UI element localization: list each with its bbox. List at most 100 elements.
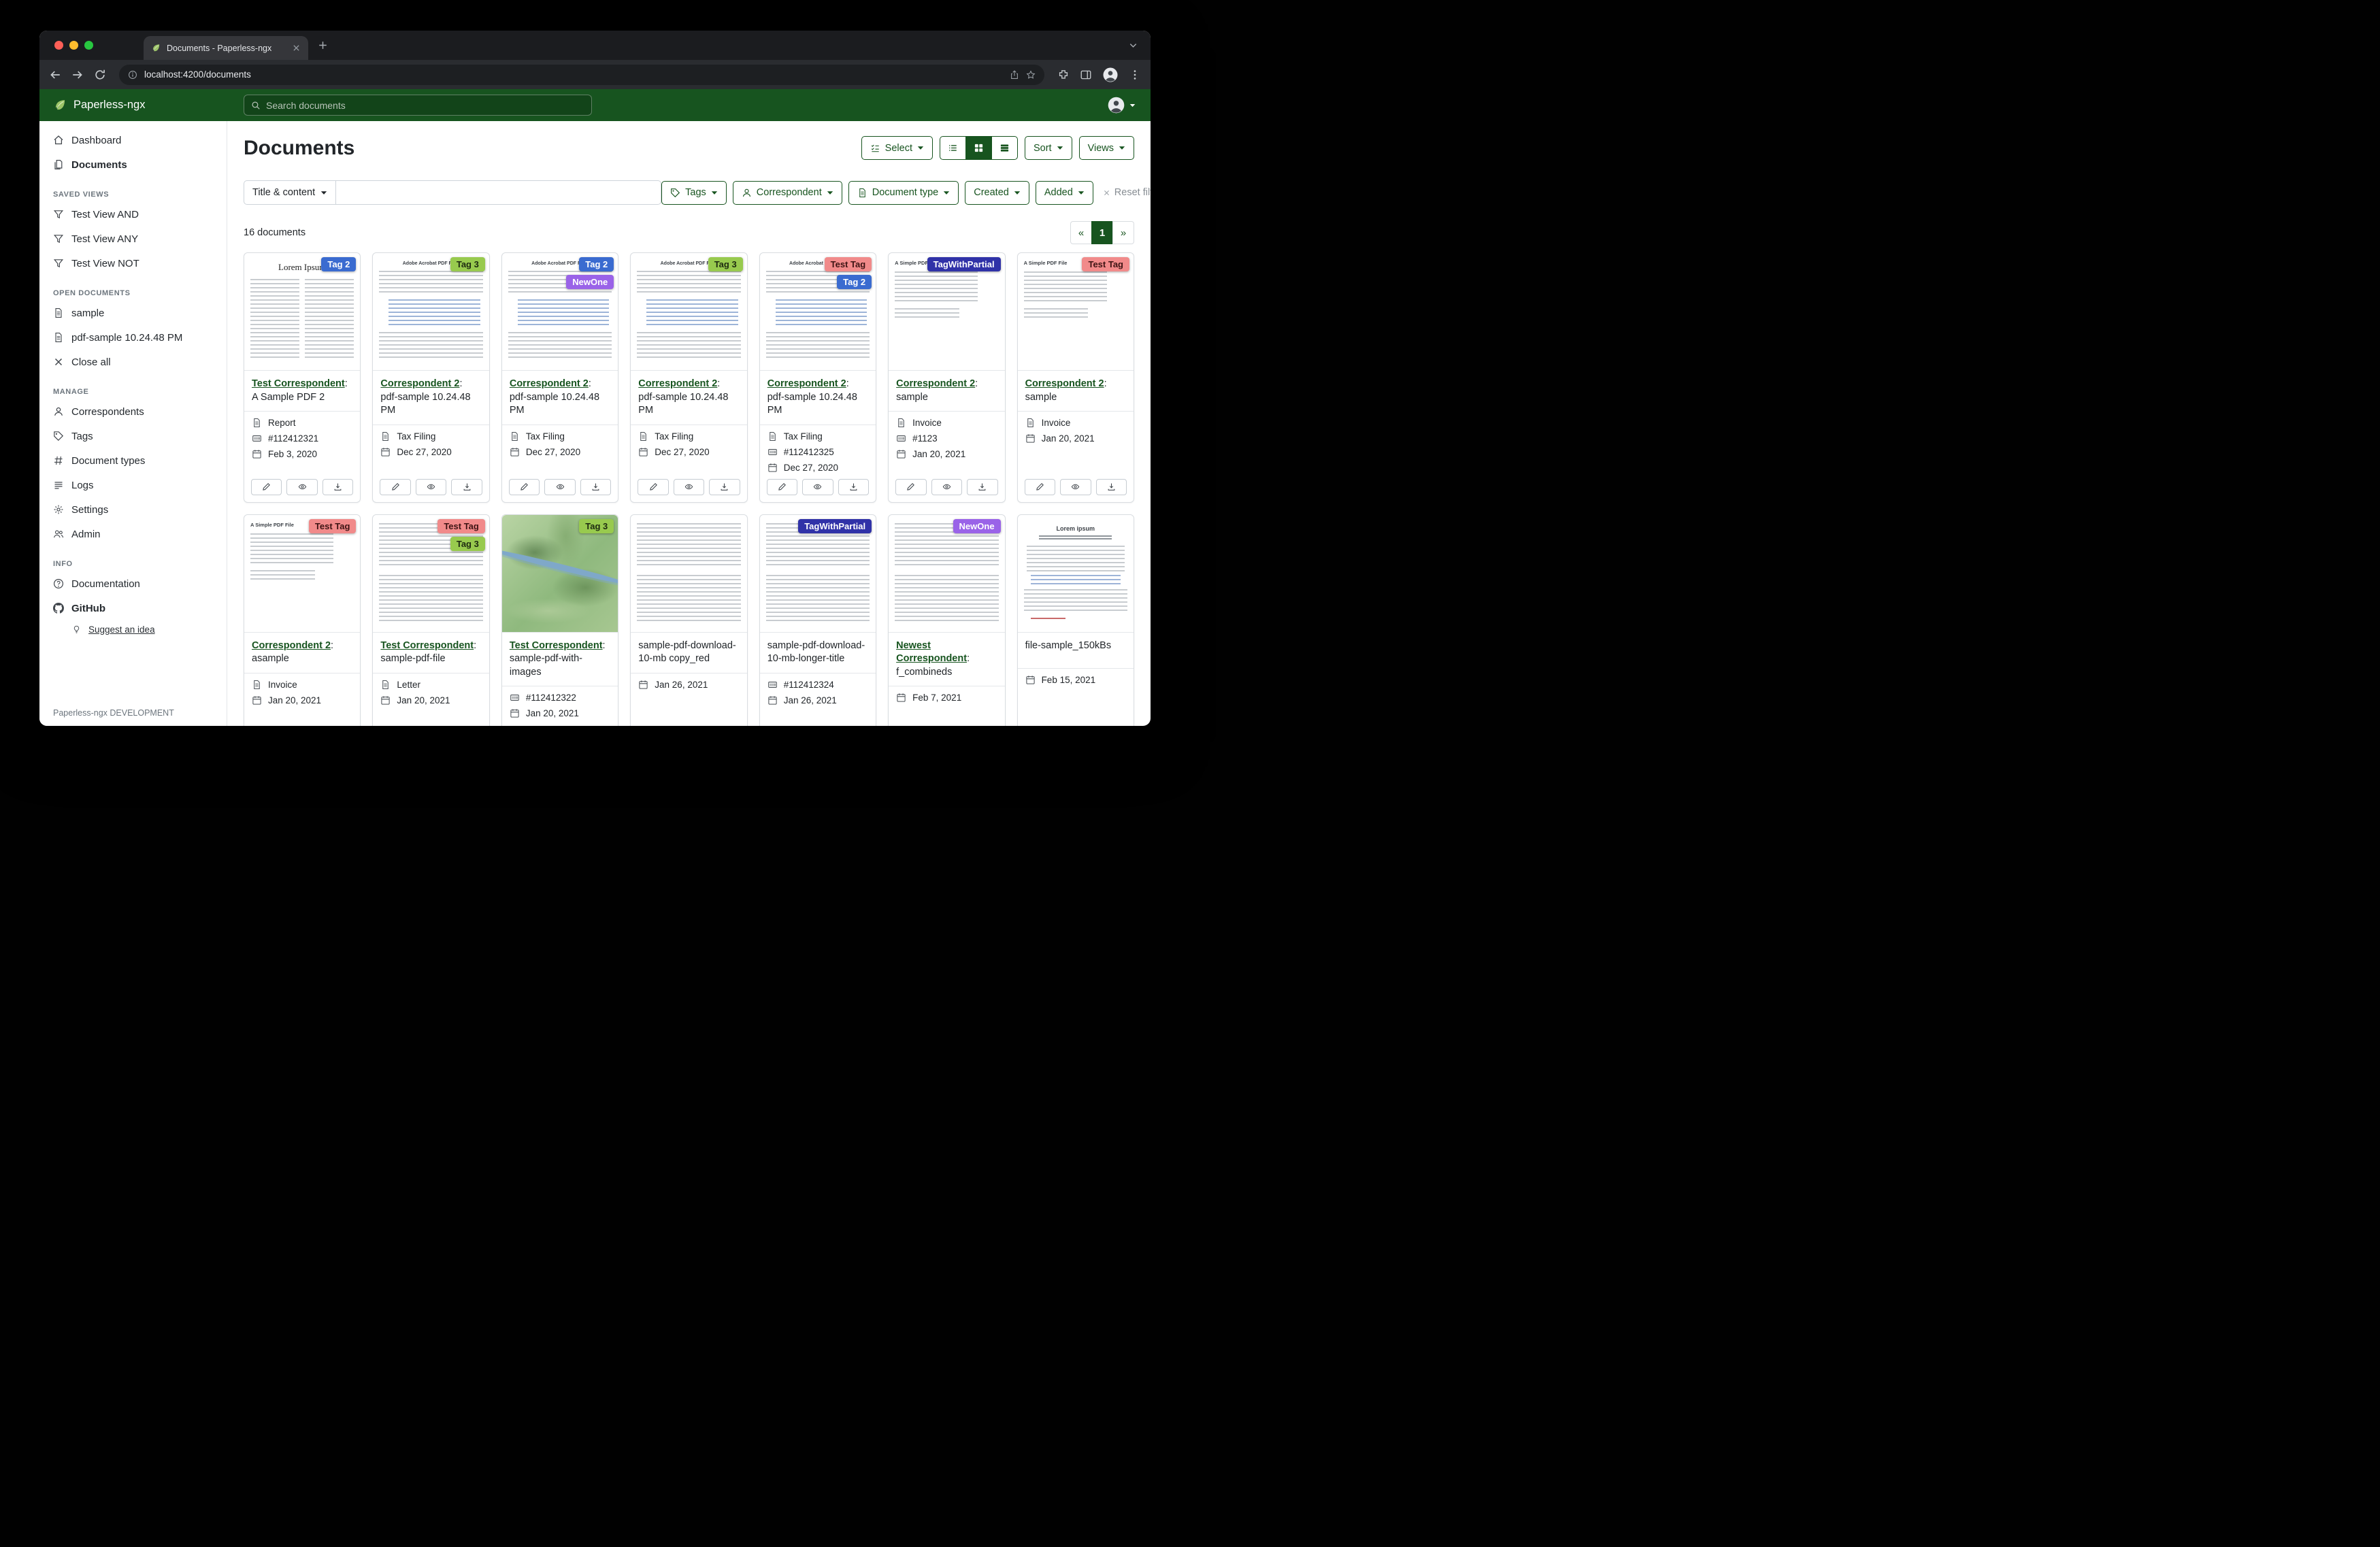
close-window-button[interactable] — [54, 41, 63, 50]
sidebar-item-dashboard[interactable]: Dashboard — [39, 128, 227, 152]
correspondent-link[interactable]: Correspondent 2 — [896, 378, 975, 389]
reload-button[interactable] — [94, 69, 106, 81]
tag-chip-test-tag[interactable]: Test Tag — [309, 519, 357, 533]
title-content-filter-input[interactable] — [336, 180, 661, 205]
sidebar-item-sample[interactable]: sample — [39, 301, 227, 325]
filter-correspondent-button[interactable]: Correspondent — [733, 181, 842, 205]
sidebar-item-close-all[interactable]: Close all — [39, 350, 227, 374]
reset-filters-button[interactable]: Reset filters — [1103, 187, 1151, 198]
tag-chip-tag-3[interactable]: Tag 3 — [450, 537, 485, 551]
browser-menu-icon[interactable] — [1129, 69, 1141, 81]
tag-chip-tag-2[interactable]: Tag 2 — [321, 257, 356, 271]
preview-button[interactable] — [802, 479, 833, 495]
download-button[interactable] — [709, 479, 740, 495]
filter-added-button[interactable]: Added — [1036, 181, 1093, 205]
correspondent-link[interactable]: Correspondent 2 — [510, 378, 589, 389]
sidebar-item-test-view-not[interactable]: Test View NOT — [39, 251, 227, 276]
pagination-page-1-button[interactable]: 1 — [1091, 221, 1113, 244]
edit-button[interactable] — [380, 479, 410, 495]
sidebar-item-pdf-sample-10-24-48-pm[interactable]: pdf-sample 10.24.48 PM — [39, 325, 227, 350]
tag-chip-tag-3[interactable]: Tag 3 — [450, 257, 485, 271]
correspondent-link[interactable]: Test Correspondent — [510, 640, 603, 651]
global-search-input[interactable] — [266, 100, 584, 111]
sidebar-item-test-view-and[interactable]: Test View AND — [39, 202, 227, 227]
download-button[interactable] — [1096, 479, 1127, 495]
sort-button[interactable]: Sort — [1025, 136, 1072, 160]
site-info-icon[interactable] — [128, 70, 137, 80]
download-button[interactable] — [580, 479, 611, 495]
tag-chip-tagwithpartial[interactable]: TagWithPartial — [927, 257, 1001, 271]
sidebar-item-logs[interactable]: Logs — [39, 473, 227, 497]
preview-button[interactable] — [931, 479, 962, 495]
tag-chip-test-tag[interactable]: Test Tag — [1082, 257, 1129, 271]
back-button[interactable] — [49, 69, 61, 81]
tag-chip-newone[interactable]: NewOne — [566, 275, 614, 289]
extensions-icon[interactable] — [1057, 69, 1070, 81]
sidebar-item-settings[interactable]: Settings — [39, 497, 227, 522]
correspondent-link[interactable]: Correspondent 2 — [767, 378, 846, 389]
preview-button[interactable] — [1060, 479, 1091, 495]
views-button[interactable]: Views — [1079, 136, 1134, 160]
share-icon[interactable] — [1010, 70, 1019, 80]
sidebar-item-suggest-an-idea[interactable]: Suggest an idea — [39, 620, 227, 639]
preview-button[interactable] — [416, 479, 446, 495]
browser-tab[interactable]: Documents - Paperless-ngx — [144, 36, 308, 60]
tag-chip-newone[interactable]: NewOne — [953, 519, 1001, 533]
sidebar-item-documentation[interactable]: Documentation — [39, 571, 227, 596]
preview-button[interactable] — [544, 479, 575, 495]
filter-created-button[interactable]: Created — [965, 181, 1029, 205]
sidebar-item-documents[interactable]: Documents — [39, 152, 227, 177]
preview-button[interactable] — [286, 479, 317, 495]
correspondent-link[interactable]: Correspondent 2 — [380, 378, 459, 389]
sidebar-item-github[interactable]: GitHub — [39, 596, 227, 620]
view-details-button[interactable] — [991, 136, 1018, 160]
edit-button[interactable] — [1025, 479, 1055, 495]
view-grid-button[interactable] — [965, 136, 992, 160]
tag-chip-tag-3[interactable]: Tag 3 — [579, 519, 614, 533]
correspondent-link[interactable]: Correspondent 2 — [638, 378, 717, 389]
edit-button[interactable] — [509, 479, 540, 495]
sidebar-item-test-view-any[interactable]: Test View ANY — [39, 227, 227, 251]
filter-document-type-button[interactable]: Document type — [848, 181, 959, 205]
sidebar-item-admin[interactable]: Admin — [39, 522, 227, 546]
edit-button[interactable] — [251, 479, 282, 495]
document-thumbnail[interactable]: Lorem ipsum — [1018, 515, 1134, 633]
new-tab-button[interactable] — [317, 39, 329, 51]
edit-button[interactable] — [895, 479, 926, 495]
preview-button[interactable] — [674, 479, 704, 495]
side-panel-icon[interactable] — [1080, 69, 1092, 81]
address-bar[interactable]: localhost:4200/documents — [119, 65, 1044, 85]
filter-field-selector[interactable]: Title & content — [244, 180, 336, 205]
tag-chip-tag-3[interactable]: Tag 3 — [708, 257, 743, 271]
edit-button[interactable] — [767, 479, 797, 495]
correspondent-link[interactable]: Test Correspondent — [252, 378, 345, 389]
tag-chip-tag-2[interactable]: Tag 2 — [837, 275, 872, 289]
download-button[interactable] — [451, 479, 482, 495]
download-button[interactable] — [838, 479, 869, 495]
zoom-window-button[interactable] — [84, 41, 93, 50]
view-list-button[interactable] — [940, 136, 966, 160]
correspondent-link[interactable]: Correspondent 2 — [1025, 378, 1104, 389]
correspondent-link[interactable]: Correspondent 2 — [252, 640, 331, 651]
document-thumbnail[interactable] — [631, 515, 746, 633]
app-brand[interactable]: Paperless-ngx — [39, 98, 227, 112]
pagination-prev-button[interactable]: « — [1070, 221, 1092, 244]
global-search[interactable] — [244, 95, 592, 116]
tab-close-icon[interactable] — [292, 44, 301, 52]
select-button[interactable]: Select — [861, 136, 933, 160]
download-button[interactable] — [323, 479, 353, 495]
tab-overflow-chevron-icon[interactable] — [1128, 40, 1138, 50]
browser-profile-icon[interactable] — [1102, 67, 1119, 83]
filter-tags-button[interactable]: Tags — [661, 181, 727, 205]
correspondent-link[interactable]: Test Correspondent — [380, 640, 474, 651]
user-menu[interactable] — [1107, 96, 1136, 114]
sidebar-item-document-types[interactable]: Document types — [39, 448, 227, 473]
pagination-next-button[interactable]: » — [1112, 221, 1134, 244]
edit-button[interactable] — [638, 479, 668, 495]
tag-chip-tag-2[interactable]: Tag 2 — [579, 257, 614, 271]
minimize-window-button[interactable] — [69, 41, 78, 50]
tag-chip-test-tag[interactable]: Test Tag — [437, 519, 485, 533]
sidebar-item-tags[interactable]: Tags — [39, 424, 227, 448]
tag-chip-tagwithpartial[interactable]: TagWithPartial — [798, 519, 872, 533]
forward-button[interactable] — [71, 69, 84, 81]
